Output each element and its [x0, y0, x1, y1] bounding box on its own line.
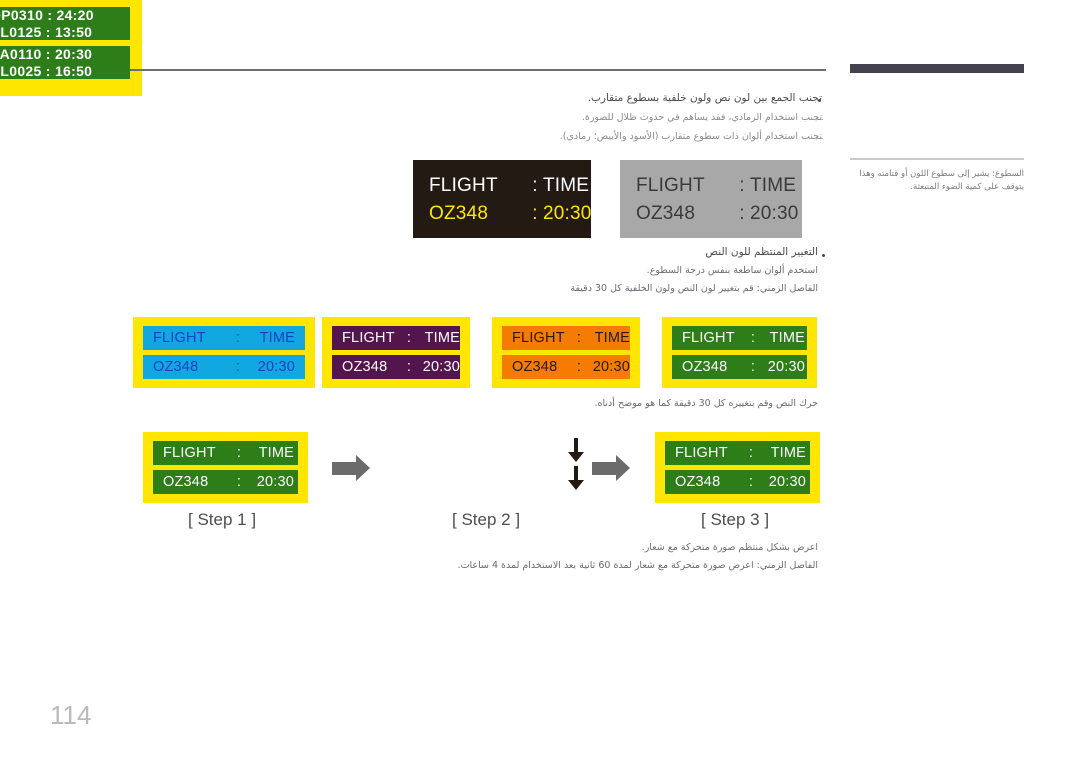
label-colon: : [748, 445, 754, 461]
note-block4-sub1: اعرض بشكل منتظم صورة متحركة مع شعار. [641, 542, 818, 553]
flight-board-purple: FLIGHT : TIME OZ348 : 20:30 [322, 317, 470, 388]
value-flight-no: OZ348 [636, 203, 696, 224]
label-time: TIME [258, 445, 294, 461]
board-header-row: FLIGHT : TIME [413, 172, 591, 200]
note-block3-sub1: حرك النص وقم بتغييره كل 30 دقيقة كما هو … [594, 398, 818, 409]
label-flight: FLIGHT [675, 445, 728, 461]
label-flight: FLIGHT [163, 445, 216, 461]
value-flight-time: 20:30 [256, 474, 294, 490]
step2-label: [ Step 2 ] [452, 510, 521, 529]
label-colon: : [750, 330, 756, 346]
label-time: TIME [750, 175, 797, 196]
board-header-row: FLIGHT : TIME [502, 326, 630, 350]
note-block2-sub2: الفاصل الزمني: قم بتغيير لون النص ولون ا… [570, 283, 818, 294]
page-number: 114 [50, 700, 92, 730]
step2-row-1: OP0310 : 24:20 [0, 7, 94, 23]
board-value-row: OZ348 : 20:30 [413, 200, 591, 228]
board-header-row: FLIGHT : TIME [620, 172, 802, 200]
label-flight: FLIGHT [512, 330, 565, 346]
board-header-row: FLIGHT : TIME [665, 441, 810, 465]
board-value-row: OZ348 : 20:30 [502, 355, 630, 379]
label-colon: : [406, 330, 412, 346]
label-colon: : [236, 445, 242, 461]
step3-label: [ Step 3 ] [701, 510, 770, 529]
label-colon: : [532, 175, 538, 196]
board-value-row: OZ348 : 20:30 [143, 355, 305, 379]
value-flight-no: OZ348 [512, 359, 558, 375]
board-header-row: FLIGHT : TIME [672, 326, 807, 350]
flight-board-orange: FLIGHT : TIME OZ348 : 20:30 [492, 317, 640, 388]
value-colon: : [748, 474, 754, 490]
value-colon: : [406, 359, 412, 375]
side-note: السطوع: يشير إلى سطوع اللون أو قتامته وه… [852, 168, 1024, 194]
board-value-row: OZ348 : 20:30 [672, 355, 807, 379]
value-flight-time: 20:30 [422, 359, 460, 375]
header-rule [50, 69, 826, 71]
value-flight-time: 20:30 [543, 203, 592, 224]
step2-row-2: KL0125 : 13:50 [0, 24, 93, 40]
note-block1-sub2: تجنب استخدام ألوان ذات سطوع متقارب (الأس… [559, 131, 822, 142]
board-header-row: FLIGHT : TIME [143, 326, 305, 350]
label-time: TIME [769, 330, 805, 346]
step2-panel-top: OP0310 : 24:20 KL0125 : 13:50 [0, 7, 130, 40]
value-flight-no: OZ348 [163, 474, 209, 490]
label-flight: FLIGHT [636, 175, 705, 196]
label-flight: FLIGHT [429, 175, 498, 196]
value-flight-time: 20:30 [592, 359, 630, 375]
label-flight: FLIGHT [682, 330, 735, 346]
label-colon: : [739, 175, 745, 196]
bullet-dot-2 [822, 254, 825, 257]
board-header-row: FLIGHT : TIME [332, 326, 460, 350]
value-flight-no: OZ348 [675, 474, 721, 490]
side-note-line2: يتوقف على كمية الضوء المنبعثة. [910, 182, 1024, 192]
label-time: TIME [424, 330, 460, 346]
value-colon: : [235, 359, 241, 375]
value-colon: : [576, 359, 582, 375]
label-time: TIME [594, 330, 630, 346]
flight-board-dark: FLIGHT : TIME OZ348 : 20:30 [413, 160, 591, 238]
step1-label: [ Step 1 ] [188, 510, 257, 529]
value-colon: : [739, 203, 745, 224]
note-block4-sub2: الفاصل الزمني: اعرض صورة متحركة مع شعار … [457, 560, 818, 571]
value-flight-no: OZ348 [153, 359, 199, 375]
step2-row-4: KL0025 : 16:50 [0, 63, 93, 79]
section-tab [850, 64, 1024, 73]
note-block2-sub1: استخدم ألوان ساطعة بنفس درجة السطوع. [646, 265, 818, 276]
label-time: TIME [259, 330, 295, 346]
value-flight-no: OZ348 [342, 359, 388, 375]
label-colon: : [576, 330, 582, 346]
label-flight: FLIGHT [153, 330, 206, 346]
value-colon: : [532, 203, 538, 224]
label-colon: : [235, 330, 241, 346]
board-value-row: OZ348 : 20:30 [620, 200, 802, 228]
value-flight-time: 20:30 [750, 203, 799, 224]
step2-row-3: EA0110 : 20:30 [0, 46, 93, 62]
note-block1-bullet: تجنب الجمع بين لون نص ولون خلفية بسطوع م… [587, 92, 822, 104]
flight-board-cyan: FLIGHT : TIME OZ348 : 20:30 [133, 317, 315, 388]
label-time: TIME [770, 445, 806, 461]
note-block1-sub1: تجنب استخدام الرمادي، فقد يساهم في حدوث … [581, 112, 822, 123]
side-note-line1: السطوع: يشير إلى سطوع اللون أو قتامته وه… [859, 169, 1024, 179]
board-value-row: OZ348 : 20:30 [153, 470, 298, 494]
step3-flight-board: FLIGHT : TIME OZ348 : 20:30 [655, 432, 820, 503]
sidebar-divider [850, 158, 1024, 160]
step1-flight-board: FLIGHT : TIME OZ348 : 20:30 [143, 432, 308, 503]
value-flight-time: 20:30 [257, 359, 295, 375]
value-colon: : [236, 474, 242, 490]
note-block2-bullet: التغيير المنتظم للون النص [705, 246, 818, 258]
step2-panel-bottom: EA0110 : 20:30 KL0025 : 16:50 [0, 46, 130, 79]
board-value-row: OZ348 : 20:30 [665, 470, 810, 494]
flight-board-grey: FLIGHT : TIME OZ348 : 20:30 [620, 160, 802, 238]
board-header-row: FLIGHT : TIME [153, 441, 298, 465]
board-value-row: OZ348 : 20:30 [332, 355, 460, 379]
value-flight-no: OZ348 [682, 359, 728, 375]
label-time: TIME [543, 175, 590, 196]
label-flight: FLIGHT [342, 330, 395, 346]
value-colon: : [750, 359, 756, 375]
value-flight-no: OZ348 [429, 203, 489, 224]
value-flight-time: 20:30 [767, 359, 805, 375]
step2-flight-board: OP0310 : 24:20 KL0125 : 13:50 EA0110 : 2… [0, 0, 142, 96]
flight-board-green: FLIGHT : TIME OZ348 : 20:30 [662, 317, 817, 388]
value-flight-time: 20:30 [768, 474, 806, 490]
